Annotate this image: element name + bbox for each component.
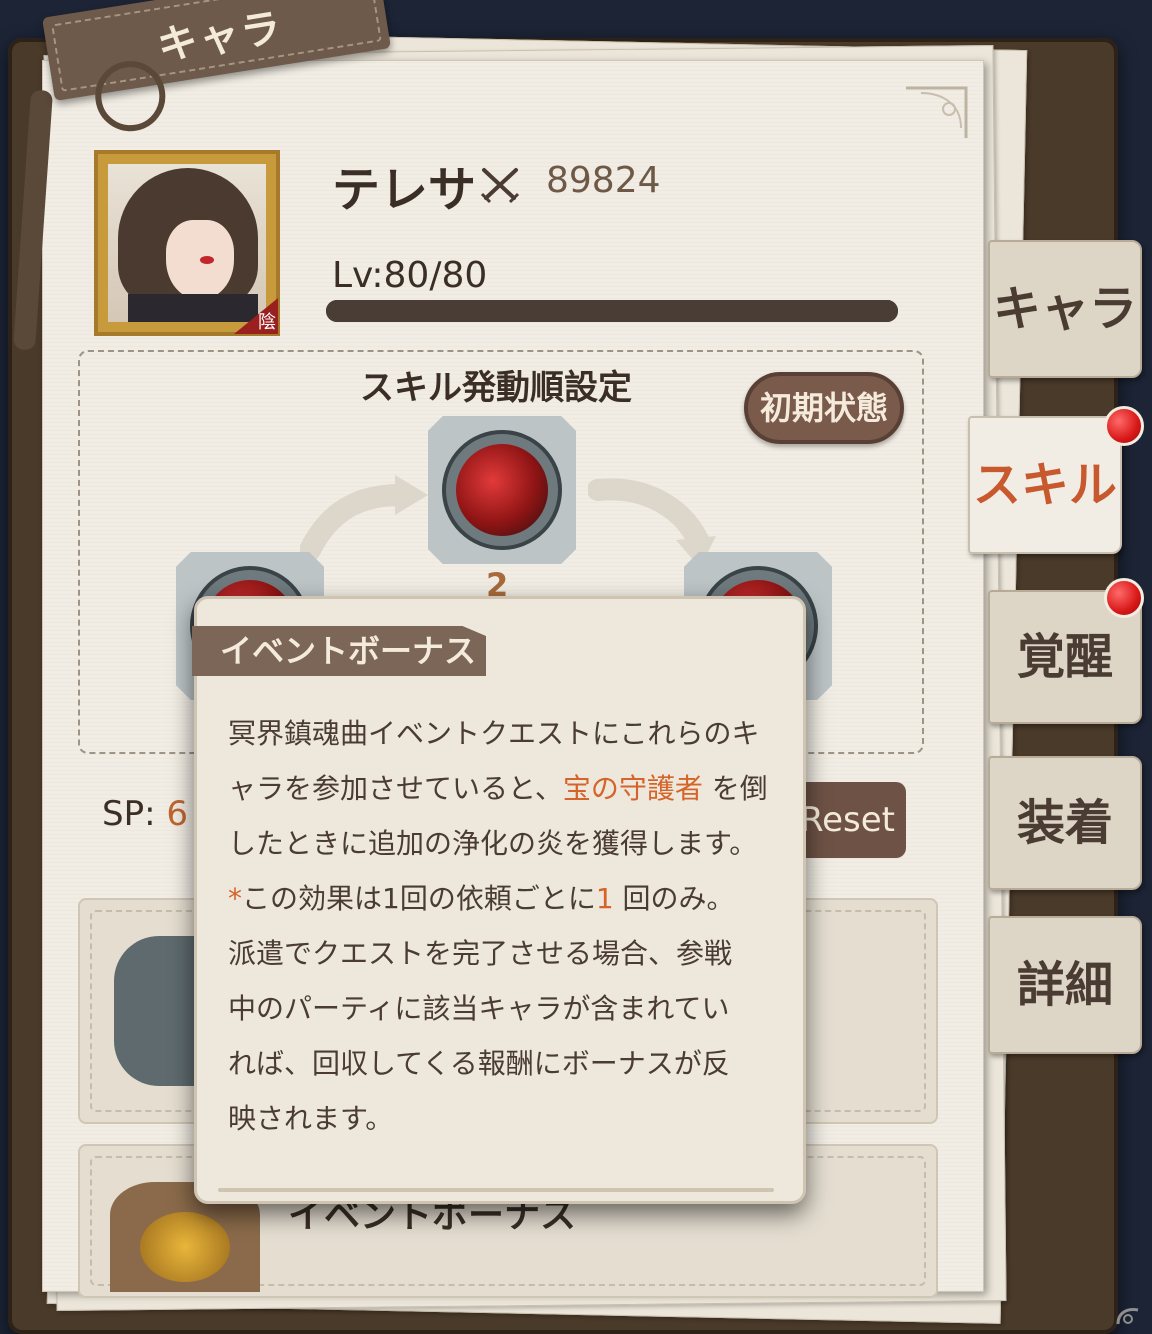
tooltip-body: 冥界鎮魂曲イベントクエストにこれらのキ ャラを参加させていると、宝の守護者 を倒… <box>228 706 776 1146</box>
level-progress-fill <box>326 300 898 322</box>
initial-state-button[interactable]: 初期状態 <box>744 372 904 444</box>
tag-title: キャラ <box>154 4 287 70</box>
tooltip-text-part: この効果は1回の依頼ごとに <box>242 882 596 915</box>
tooltip-line: 冥界鎮魂曲イベントクエストにこれらのキ <box>228 717 760 750</box>
tab-equip[interactable]: 装着 <box>988 756 1142 890</box>
skill-notification-dot <box>1104 406 1144 446</box>
treasure-gold <box>140 1212 230 1282</box>
awaken-notification-dot <box>1104 578 1144 618</box>
skill-slot-center[interactable] <box>428 416 576 564</box>
sp-label: SP: <box>102 794 156 834</box>
portrait-eye <box>200 256 214 264</box>
tooltip-text-part: ャラを参加させていると、 <box>228 772 563 805</box>
tooltip-line: れば、回収してくる報酬にボーナスが反 <box>228 1047 730 1080</box>
tab-skill[interactable]: スキル <box>968 416 1122 554</box>
tooltip-text-part: 回のみ。 <box>613 882 735 915</box>
tooltip-line: ャラを参加させていると、宝の守護者 を倒 <box>228 761 776 816</box>
tooltip-line: 中のパーティに該当キャラが含まれてい <box>228 992 730 1025</box>
corner-ornament-icon <box>906 86 968 138</box>
portrait-image <box>108 164 266 322</box>
skill-order-title: スキル発動順設定 <box>360 368 632 408</box>
sp-display: SP: 6 <box>102 794 188 834</box>
combat-power: 89824 <box>546 160 661 201</box>
tooltip-asterisk: * <box>228 882 242 915</box>
character-level: Lv:80/80 <box>332 255 488 296</box>
sp-value: 6 <box>166 794 188 834</box>
tooltip-text-part: を倒 <box>702 772 768 805</box>
tooltip-line: 派遣でクエストを完了させる場合、参戦 <box>228 937 733 970</box>
level-progress-bar <box>326 300 898 322</box>
portrait-body <box>128 294 258 322</box>
tooltip-line: 映されます。 <box>228 1102 394 1135</box>
crossed-swords-icon <box>480 168 520 204</box>
arrow-left-icon <box>300 475 428 560</box>
tooltip-label: イベントボーナス <box>192 626 486 676</box>
tooltip-line: *この効果は1回の依頼ごとに1 回のみ。 <box>228 871 776 926</box>
character-name: テレサ <box>332 162 477 218</box>
skill-icon <box>456 444 548 536</box>
watermark-icon <box>1116 1308 1139 1325</box>
tooltip-line: したときに追加の浄化の炎を獲得します。 <box>228 827 758 860</box>
tab-chara[interactable]: キャラ <box>988 240 1142 378</box>
once-count-highlight: 1 <box>595 882 614 915</box>
treasure-guardian-highlight: 宝の守護者 <box>562 772 703 805</box>
character-portrait[interactable]: 陰 <box>94 150 280 336</box>
tab-detail[interactable]: 詳細 <box>988 916 1142 1054</box>
tooltip-divider <box>218 1188 774 1192</box>
